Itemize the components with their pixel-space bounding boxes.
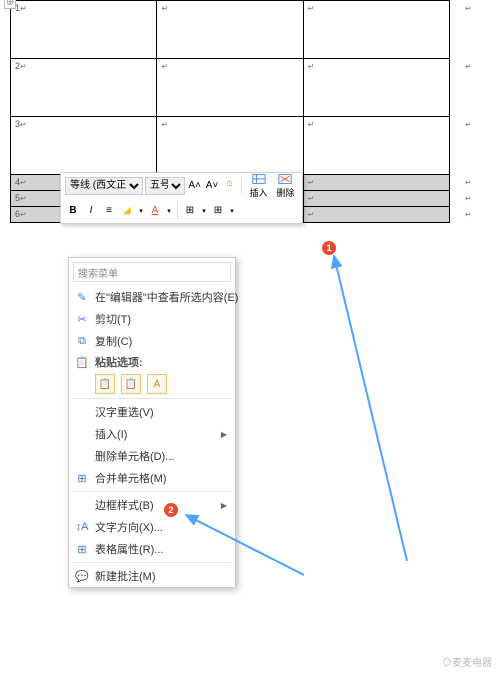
paragraph-marks: ↵↵↵ ↵↵↵ bbox=[465, 4, 472, 226]
context-menu: 搜索菜单 ✎在"编辑器"中查看所选内容(E) ✂剪切(T) ⧉复制(C) 📋粘贴… bbox=[68, 257, 236, 588]
paste-keep-source-icon[interactable]: 📋 bbox=[95, 374, 115, 394]
merge-icon: ⊞ bbox=[75, 471, 89, 485]
mini-toolbar: 等线 (西文正文) 五号 A˄ A˅ ⯐ 插入 删除 B I ≡ ◢▾ A▾ ⊞… bbox=[60, 172, 303, 224]
editor-view-item[interactable]: ✎在"编辑器"中查看所选内容(E) bbox=[69, 286, 235, 308]
italic-button[interactable]: I bbox=[83, 203, 99, 219]
dropdown-icon[interactable]: ▾ bbox=[165, 203, 173, 219]
callout-badge-2: 2 bbox=[164, 503, 178, 517]
scissors-icon: ✂ bbox=[75, 312, 89, 326]
chevron-right-icon: ▶ bbox=[221, 430, 227, 439]
new-comment-item[interactable]: 💬新建批注(M) bbox=[69, 565, 235, 587]
table-row: 1↵↵↵ bbox=[11, 1, 450, 59]
font-select[interactable]: 等线 (西文正文) bbox=[65, 177, 143, 195]
format-painter-button[interactable]: ⯐ bbox=[222, 178, 237, 194]
text-direction-item[interactable]: ↕A文字方向(X)... bbox=[69, 516, 235, 538]
table-props-icon: ⊞ bbox=[75, 542, 89, 556]
text-direction-icon: ↕A bbox=[75, 520, 89, 534]
copy-item[interactable]: ⧉复制(C) bbox=[69, 330, 235, 352]
editor-icon: ✎ bbox=[75, 290, 89, 304]
paste-merge-icon[interactable]: 📋 bbox=[121, 374, 141, 394]
cut-item[interactable]: ✂剪切(T) bbox=[69, 308, 235, 330]
paste-text-only-icon[interactable]: A bbox=[147, 374, 167, 394]
delete-cells-item[interactable]: 删除单元格(D)... bbox=[69, 445, 235, 467]
delete-button[interactable]: 删除 bbox=[273, 172, 298, 199]
align-button[interactable]: ≡ bbox=[101, 203, 117, 219]
grow-font-button[interactable]: A˄ bbox=[187, 178, 202, 194]
dropdown-icon[interactable]: ▾ bbox=[200, 203, 208, 219]
table-row: 3↵↵↵ bbox=[11, 117, 450, 175]
border2-button[interactable]: ⊞ bbox=[210, 203, 226, 219]
dropdown-icon[interactable]: ▾ bbox=[137, 203, 145, 219]
shrink-font-button[interactable]: A˅ bbox=[204, 178, 219, 194]
insert-submenu-item[interactable]: 插入(I)▶ bbox=[69, 423, 235, 445]
insert-button[interactable]: 插入 bbox=[246, 172, 271, 199]
font-size-select[interactable]: 五号 bbox=[145, 177, 185, 195]
paste-options-header: 📋粘贴选项: bbox=[69, 352, 235, 372]
watermark: ⊙麦麦电器 bbox=[442, 654, 492, 669]
font-color-button[interactable]: A bbox=[147, 203, 163, 219]
table-properties-item[interactable]: ⊞表格属性(R)... bbox=[69, 538, 235, 560]
table-row: 2↵↵↵ bbox=[11, 59, 450, 117]
paste-icon: 📋 bbox=[75, 355, 89, 369]
merge-cells-item[interactable]: ⊞合并单元格(M) bbox=[69, 467, 235, 489]
border-button[interactable]: ⊞ bbox=[182, 203, 198, 219]
callout-badge-1: 1 bbox=[322, 241, 336, 255]
dropdown-icon[interactable]: ▾ bbox=[228, 203, 236, 219]
comment-icon: 💬 bbox=[75, 569, 89, 583]
border-style-item[interactable]: 边框样式(B)▶ bbox=[69, 494, 235, 516]
bold-button[interactable]: B bbox=[65, 203, 81, 219]
highlight-button[interactable]: ◢ bbox=[119, 203, 135, 219]
search-menu-input[interactable]: 搜索菜单 bbox=[73, 262, 231, 282]
copy-icon: ⧉ bbox=[75, 334, 89, 348]
chevron-right-icon: ▶ bbox=[221, 501, 227, 510]
hanzi-reselect-item[interactable]: 汉字重选(V) bbox=[69, 401, 235, 423]
